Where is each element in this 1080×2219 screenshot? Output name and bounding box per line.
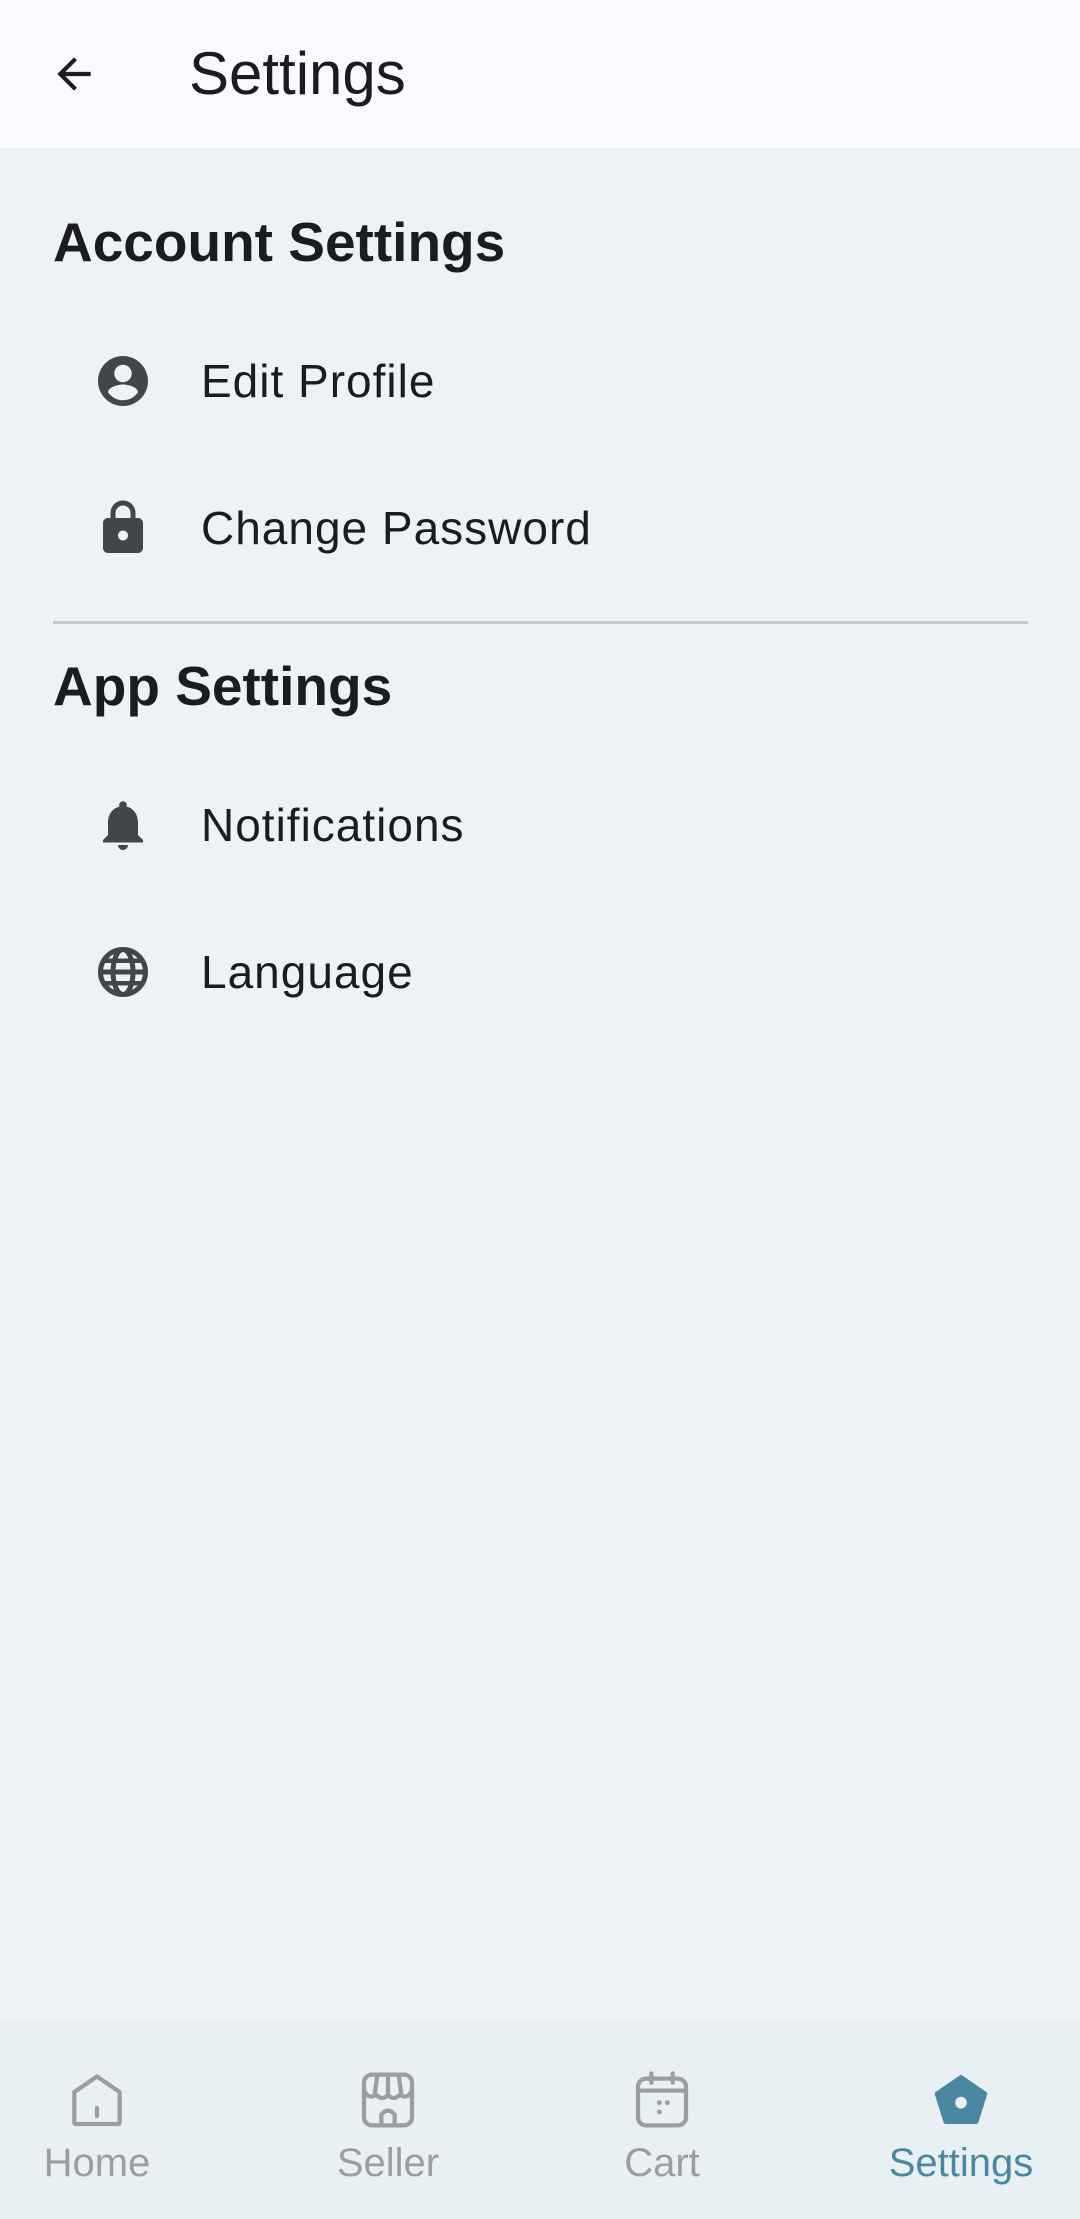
arrow-back-icon [57, 57, 91, 91]
back-button[interactable] [38, 32, 110, 116]
nav-item-settings[interactable]: Settings [851, 2020, 1071, 2219]
nav-label: Home [43, 2141, 151, 2185]
calendar-icon [635, 2071, 689, 2128]
nav-item-seller[interactable]: Seller [278, 2020, 498, 2219]
nav-label: Seller [336, 2141, 440, 2185]
section-title-app-settings: App Settings [53, 655, 393, 717]
nav-label: Cart [624, 2141, 700, 2185]
settings-pentagon-icon [934, 2074, 988, 2124]
nav-item-cart[interactable]: Cart [552, 2020, 772, 2219]
app-bar: Settings [0, 0, 1080, 148]
section-divider [53, 621, 1028, 624]
bottom-navigation: Home Seller Cart Settings [0, 2020, 1080, 2219]
storefront-icon [361, 2072, 415, 2128]
lock-icon [93, 498, 153, 558]
list-item-label: Notifications [201, 799, 465, 851]
list-item-notifications[interactable]: Notifications [53, 751, 1028, 899]
section-title-account-settings: Account Settings [53, 211, 506, 273]
account-circle-icon [93, 351, 153, 411]
list-item-label: Change Password [201, 502, 592, 554]
list-item-label: Language [201, 946, 414, 998]
home-icon [72, 2074, 122, 2127]
list-item-change-password[interactable]: Change Password [53, 454, 1028, 602]
globe-icon [93, 942, 153, 1002]
list-item-language[interactable]: Language [53, 898, 1028, 1046]
list-item-edit-profile[interactable]: Edit Profile [53, 307, 1028, 455]
nav-item-home[interactable]: Home [0, 2020, 207, 2219]
bell-icon [93, 795, 153, 855]
page-title: Settings [189, 40, 406, 107]
list-item-label: Edit Profile [201, 355, 436, 407]
nav-label: Settings [888, 2141, 1034, 2185]
